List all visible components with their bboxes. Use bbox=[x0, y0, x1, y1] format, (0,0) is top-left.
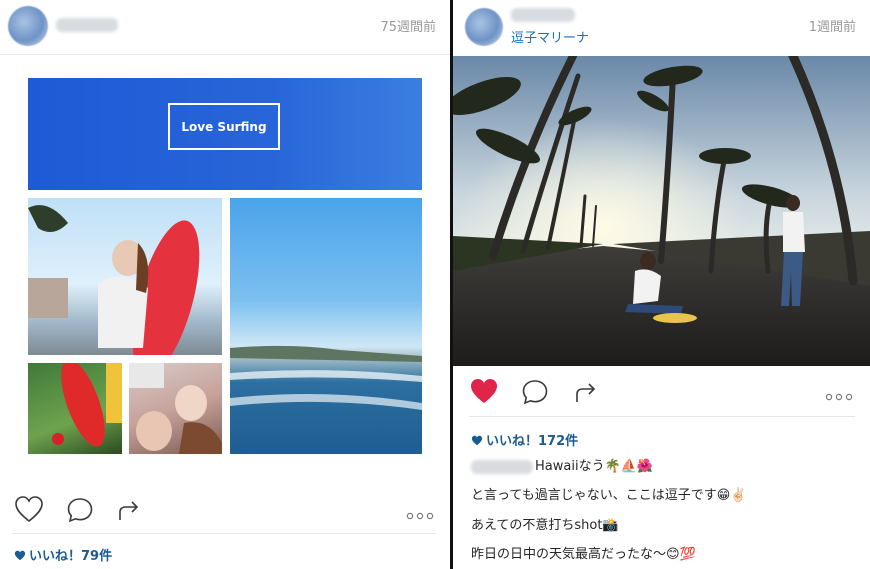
comment-icon bbox=[522, 380, 548, 405]
post-time: 75週間前 bbox=[380, 20, 436, 35]
share-button[interactable] bbox=[116, 497, 142, 527]
surfboards-photo bbox=[28, 363, 122, 454]
caption-username-blurred[interactable] bbox=[471, 459, 533, 474]
caption-line-3: あえての不意打ちshot📸 bbox=[471, 518, 619, 533]
likes-count[interactable]: いいね！172件 bbox=[471, 430, 578, 449]
comment-icon bbox=[67, 498, 93, 523]
likes-heart-icon bbox=[471, 435, 483, 446]
left-post: 75週間前 Love Surfing いいね！79件 bbox=[0, 0, 450, 569]
heart-icon bbox=[15, 496, 43, 523]
comment-button[interactable] bbox=[66, 496, 94, 528]
right-post: 逗子マリーナ 1週間前 いいね！172件 Hawaiiなう🌴⛵🌺 と言っても過言… bbox=[453, 0, 870, 569]
post-image-collage[interactable]: Love Surfing bbox=[28, 78, 422, 454]
friends-photo bbox=[129, 363, 222, 454]
username-blurred[interactable] bbox=[56, 18, 118, 32]
banner-image: Love Surfing bbox=[28, 78, 422, 190]
like-button[interactable] bbox=[469, 377, 499, 409]
surfer-photo bbox=[28, 198, 222, 355]
more-options-button[interactable] bbox=[825, 386, 853, 405]
like-button[interactable] bbox=[14, 495, 44, 527]
header-divider bbox=[0, 54, 450, 55]
actions-divider bbox=[469, 416, 855, 417]
more-options-icon bbox=[406, 512, 434, 520]
caption-line-4: 昨日の日中の天気最高だったな〜😊💯 bbox=[471, 547, 696, 562]
caption-text: Hawaiiなう🌴⛵🌺 bbox=[535, 459, 654, 474]
username-blurred[interactable] bbox=[511, 8, 575, 22]
caption-line-1: Hawaiiなう🌴⛵🌺 bbox=[471, 455, 653, 474]
likes-label: いいね！172件 bbox=[486, 434, 579, 449]
share-icon bbox=[576, 383, 596, 402]
post-time: 1週間前 bbox=[808, 20, 856, 35]
banner-text: Love Surfing bbox=[168, 103, 280, 150]
likes-count[interactable]: いいね！79件 bbox=[14, 545, 112, 564]
likes-label: いいね！79件 bbox=[29, 549, 113, 564]
user-avatar[interactable] bbox=[465, 8, 503, 46]
comment-button[interactable] bbox=[521, 378, 549, 410]
actions-divider bbox=[12, 533, 436, 534]
caption-line-2: と言っても過言じゃない、ここは逗子です😁✌🏻 bbox=[471, 488, 747, 503]
more-options-button[interactable] bbox=[406, 505, 434, 524]
likes-heart-icon bbox=[14, 550, 26, 561]
share-icon bbox=[119, 501, 139, 520]
more-options-icon bbox=[825, 393, 853, 401]
heart-icon bbox=[471, 379, 497, 403]
user-avatar[interactable] bbox=[8, 6, 48, 46]
share-button[interactable] bbox=[573, 379, 599, 409]
location-link[interactable]: 逗子マリーナ bbox=[511, 27, 589, 46]
ocean-photo bbox=[230, 198, 422, 454]
post-photo[interactable] bbox=[453, 56, 870, 366]
